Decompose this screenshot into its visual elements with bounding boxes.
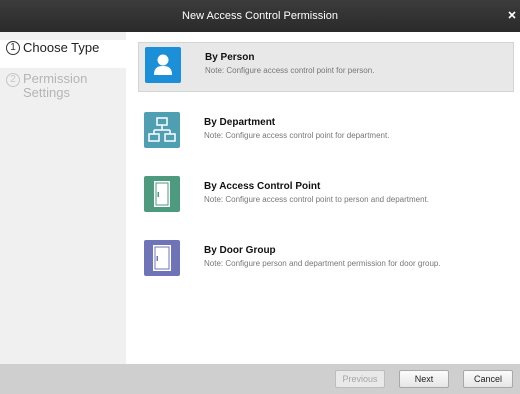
step-label: Permission Settings: [23, 71, 88, 100]
close-icon[interactable]: [506, 9, 518, 21]
department-icon: [144, 112, 180, 148]
step-choose-type: 1 Choose Type: [0, 40, 126, 68]
person-icon: [145, 47, 181, 83]
option-title: By Department: [204, 117, 276, 128]
step-permission-settings: 2 Permission Settings: [0, 70, 126, 106]
cancel-button[interactable]: Cancel: [463, 370, 513, 388]
option-note: Note: Configure access control point to …: [204, 195, 430, 204]
option-list: By Person Note: Configure access control…: [126, 32, 520, 364]
window-title: New Access Control Permission: [182, 10, 338, 22]
option-by-door-group[interactable]: By Door Group Note: Configure person and…: [138, 236, 514, 286]
option-by-access-control-point[interactable]: By Access Control Point Note: Configure …: [138, 172, 514, 222]
option-title: By Door Group: [204, 245, 276, 256]
option-title: By Person: [205, 52, 255, 63]
step-label: Choose Type: [23, 40, 100, 55]
button-bar: Previous Next Cancel: [0, 364, 520, 394]
option-note: Note: Configure access control point for…: [205, 66, 375, 75]
next-button[interactable]: Next: [399, 370, 449, 388]
door-icon: [144, 176, 180, 212]
option-note: Note: Configure access control point for…: [204, 131, 390, 140]
previous-button[interactable]: Previous: [335, 370, 385, 388]
option-by-person[interactable]: By Person Note: Configure access control…: [138, 42, 514, 92]
option-title: By Access Control Point: [204, 181, 321, 192]
option-note: Note: Configure person and department pe…: [204, 259, 441, 268]
option-by-department[interactable]: By Department Note: Configure access con…: [138, 108, 514, 158]
title-bar: New Access Control Permission: [0, 0, 520, 32]
door-group-icon: [144, 240, 180, 276]
step-number: 2: [6, 73, 20, 87]
step-number: 1: [6, 41, 20, 55]
steps-sidebar: 1 Choose Type 2 Permission Settings: [0, 32, 126, 364]
